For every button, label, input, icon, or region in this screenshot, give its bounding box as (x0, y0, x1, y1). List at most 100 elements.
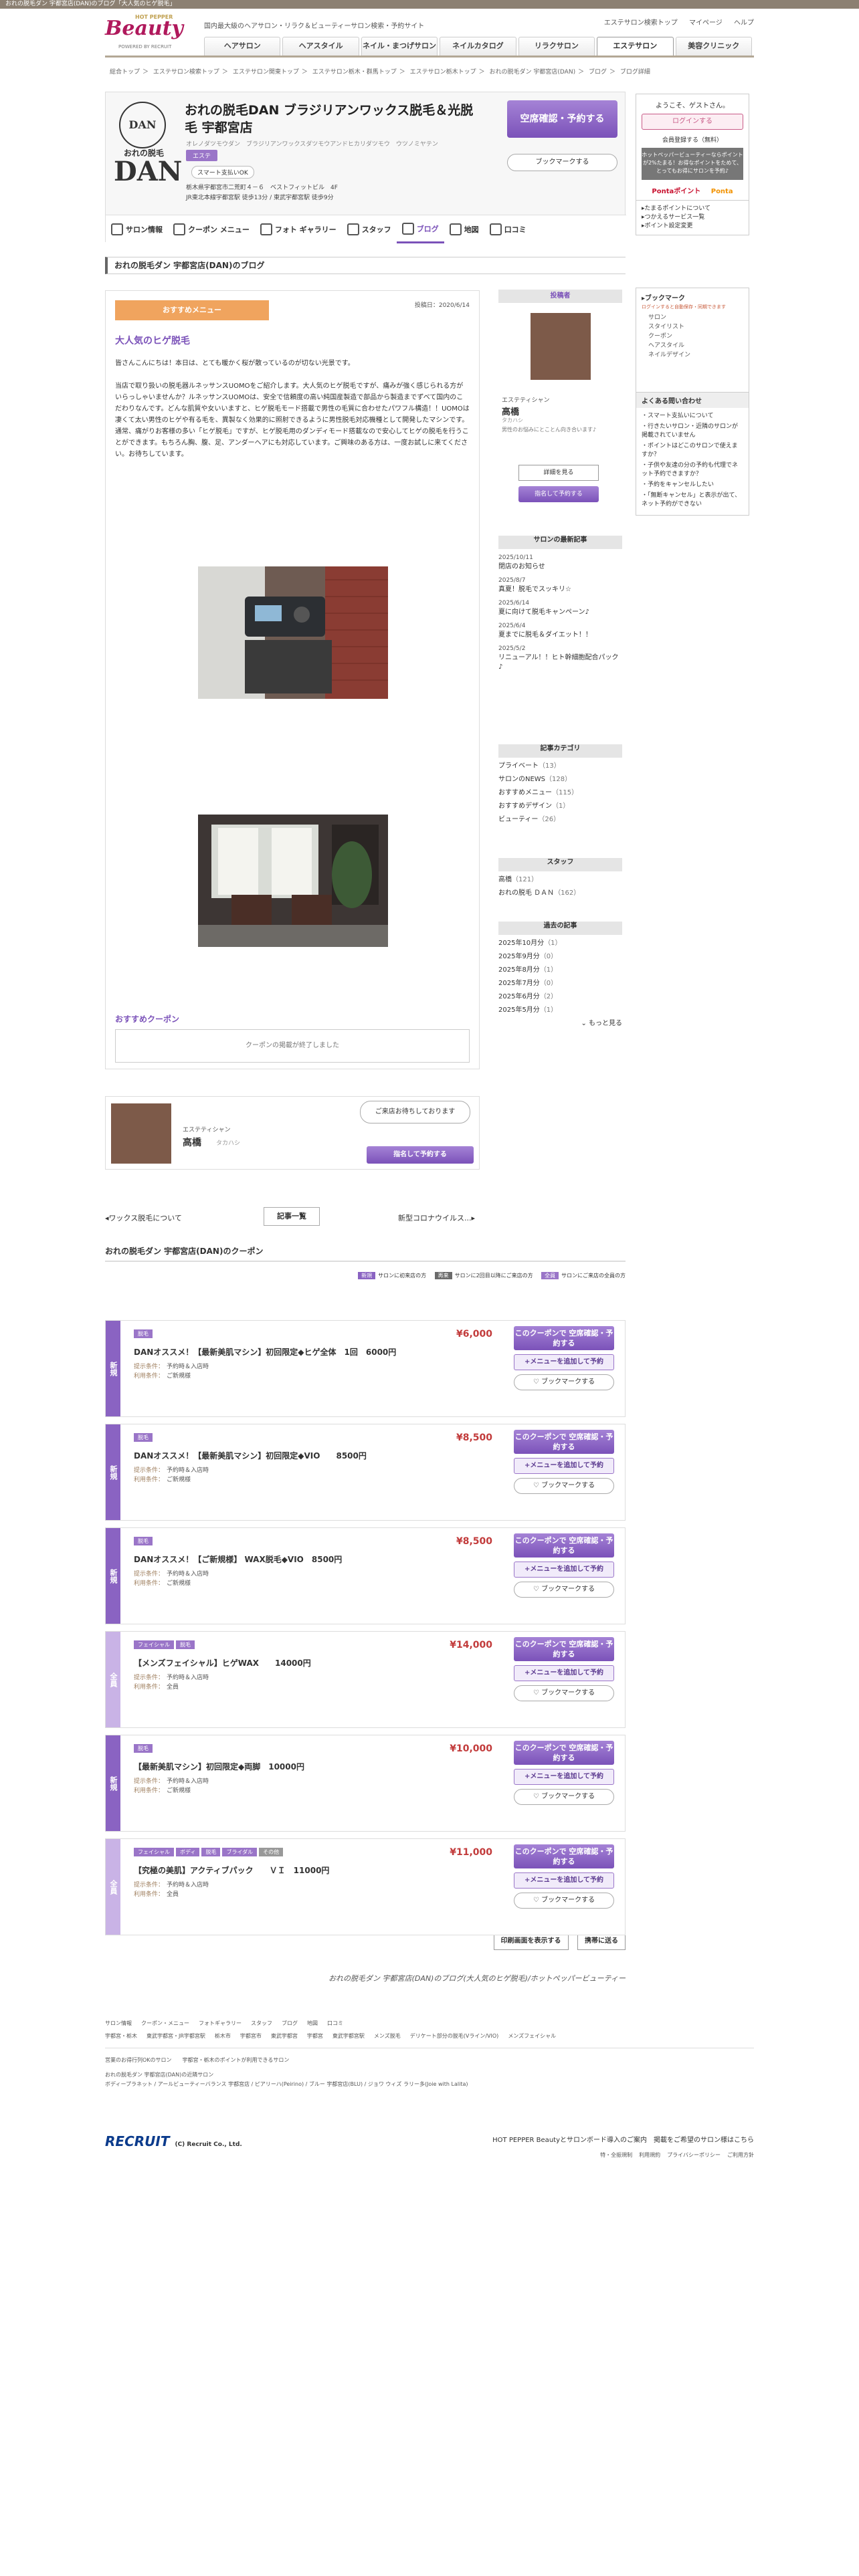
bookmark-item[interactable]: ネイルデザイン (642, 350, 743, 360)
coupon-add-menu-button[interactable]: +メニューを追加して予約 (514, 1458, 614, 1474)
coupon-bookmark-button[interactable]: ♡ ブックマークする (514, 1582, 614, 1598)
prev-article-link[interactable]: ◂ワックス脱毛について (105, 1212, 182, 1223)
gnav-esthe[interactable]: エステサロン (597, 37, 674, 56)
tab-photo[interactable]: フォト ギャラリー (255, 215, 342, 243)
latest-item[interactable]: 2025/6/14 夏に向けて脱毛キャンペーン♪ (498, 599, 622, 617)
policy-link[interactable]: ご利用方針 (727, 2152, 754, 2158)
crumb-item[interactable]: 総合トップ (110, 69, 140, 76)
coupon-bookmark-button[interactable]: ♡ ブックマークする (514, 1893, 614, 1909)
coupon-reserve-button[interactable]: このクーポンで 空席確認・予約する (514, 1430, 614, 1454)
latest-item[interactable]: 2025/10/11 閉店のお知らせ (498, 553, 622, 572)
staff-item[interactable]: 高橋（121） (498, 875, 622, 885)
bookmark-heading[interactable]: ▸ブックマーク (642, 292, 743, 302)
coupon-add-menu-button[interactable]: +メニューを追加して予約 (514, 1354, 614, 1370)
latest-item[interactable]: 2025/6/4 夏までに脱毛＆ダイエット！！ (498, 621, 622, 640)
salonboard-link[interactable]: HOT PEPPER Beautyとサロンボード導入のご案内 掲載をご希望のサロ… (492, 2133, 754, 2148)
poster-detail-button[interactable]: 詳細を見る (518, 465, 599, 481)
nearby-salons[interactable]: ボディープラネット / アールビューティーバランス 宇都宮店 / ピアリーハ(P… (105, 2080, 754, 2089)
coupon-reserve-button[interactable]: このクーポンで 空席確認・予約する (514, 1844, 614, 1868)
past-item[interactable]: 2025年5月分（1） (498, 1006, 622, 1015)
article-list-button[interactable]: 記事一覧 (264, 1207, 320, 1226)
tab-salon-info[interactable]: サロン情報 (106, 215, 168, 243)
past-item[interactable]: 2025年10月分（1） (498, 939, 622, 948)
gnav-hair[interactable]: ヘアサロン (204, 37, 281, 56)
latest-item[interactable]: 2025/8/7 真夏！脱毛でスッキリ☆ (498, 576, 622, 595)
crumb-item[interactable]: ブログ (589, 69, 607, 76)
crumb-item[interactable]: エステサロン関東トップ (233, 69, 299, 76)
poster-name[interactable]: 高橋 (502, 405, 519, 417)
faq-item[interactable]: ・スマート支払いについて (642, 412, 743, 421)
tab-reviews[interactable]: 口コミ (484, 215, 532, 243)
footer-link[interactable]: 地図 (307, 2020, 318, 2026)
site-logo[interactable]: HOT PEPPER Beauty POWERED BY RECRUIT (105, 14, 189, 53)
crumb-item[interactable]: エステサロン検索トップ (153, 69, 219, 76)
tab-staff[interactable]: スタッフ (342, 215, 397, 243)
tab-blog[interactable]: ブログ (396, 215, 444, 243)
staff-name[interactable]: 高橋 (183, 1136, 201, 1149)
more-link[interactable]: ⌄ もっと見る (498, 1019, 622, 1029)
gnav-clinic[interactable]: 美容クリニック (675, 37, 752, 56)
next-article-link[interactable]: 新型コロナウイルス...▸ (398, 1212, 475, 1223)
point-promo[interactable]: ホットペッパービューティーならポイントが2%たまる！お得なポイントをためて、とっ… (642, 148, 743, 180)
footer-link[interactable]: スタッフ (251, 2020, 272, 2026)
category-item[interactable]: おすすめメニュー（115） (498, 788, 622, 798)
gnav-nail-catalog[interactable]: ネイルカタログ (440, 37, 516, 56)
point-link[interactable]: ▸ポイント設定変更 (642, 222, 743, 231)
category-item[interactable]: おすすめデザイン（1） (498, 802, 622, 811)
coupon-add-menu-button[interactable]: +メニューを追加して予約 (514, 1769, 614, 1785)
coupon-add-menu-button[interactable]: +メニューを追加して予約 (514, 1665, 614, 1681)
past-item[interactable]: 2025年7月分（0） (498, 979, 622, 988)
policy-link[interactable]: 特・全振規制 (600, 2152, 632, 2158)
gnav-nail-eyelash[interactable]: ネイル・まつげサロン (361, 37, 438, 56)
coupon-reserve-button[interactable]: このクーポンで 空席確認・予約する (514, 1741, 614, 1765)
coupon-reserve-button[interactable]: このクーポンで 空席確認・予約する (514, 1637, 614, 1661)
link-mypage[interactable]: マイページ (689, 19, 723, 27)
crumb-item[interactable]: エステサロン栃木トップ (410, 69, 476, 76)
faq-item[interactable]: ・子供や友達の分の予約も代理でネット予約できますか？ (642, 461, 743, 479)
staff-reserve-button[interactable]: 指名して予約する (367, 1146, 474, 1164)
tab-coupon[interactable]: クーポン メニュー (168, 215, 255, 243)
reserve-button[interactable]: 空席確認・予約する (507, 100, 617, 138)
link-help[interactable]: ヘルプ (734, 19, 754, 27)
footer-link[interactable]: 東武宇都宮・JR宇都宮駅 (147, 2033, 205, 2039)
gnav-hairstyle[interactable]: ヘアスタイル (282, 37, 359, 56)
footer-link[interactable]: メンズフェイシャル (508, 2033, 556, 2039)
staff-item[interactable]: おれの脱毛 ＤＡＮ（162） (498, 889, 622, 898)
latest-item[interactable]: 2025/5/2 リニューアル！！ヒト幹細胞配合パック♪ (498, 644, 622, 672)
crumb-item[interactable]: エステサロン栃木・群馬トップ (312, 69, 397, 76)
footer-link[interactable]: 宇都宮 (307, 2033, 323, 2039)
coupon-bookmark-button[interactable]: ♡ ブックマークする (514, 1685, 614, 1701)
footer-link[interactable]: ブログ (282, 2020, 298, 2026)
bookmark-item[interactable]: ヘアスタイル (642, 341, 743, 350)
coupon-bookmark-button[interactable]: ♡ ブックマークする (514, 1789, 614, 1805)
footer-link[interactable]: 口コミ (327, 2020, 343, 2026)
category-item[interactable]: ビューティー（26） (498, 815, 622, 825)
footer-link[interactable]: サロン情報 (105, 2020, 132, 2026)
bookmark-item[interactable]: クーポン (642, 332, 743, 341)
point-link[interactable]: ▸つかえるサービス一覧 (642, 213, 743, 222)
faq-item[interactable]: ・ポイントはどこのサロンで使えますか？ (642, 442, 743, 459)
footer-link[interactable]: 栃木市 (215, 2033, 231, 2039)
faq-item[interactable]: ・行きたいサロン・近隣のサロンが掲載されていません (642, 423, 743, 440)
category-item[interactable]: サロンのNEWS（128） (498, 775, 622, 784)
category-item[interactable]: プライベート（13） (498, 762, 622, 771)
gnav-relax[interactable]: リラクサロン (518, 37, 595, 56)
bookmark-item[interactable]: スタイリスト (642, 322, 743, 332)
register-link[interactable]: 会員登録する（無料） (642, 135, 743, 144)
footer-link[interactable]: メンズ脱毛 (374, 2033, 401, 2039)
tab-map[interactable]: 地図 (444, 215, 484, 243)
footer-link[interactable]: 東武宇都宮 (271, 2033, 298, 2039)
faq-item[interactable]: ・「無断キャンセル」と表示が出て、ネット予約ができない (642, 492, 743, 509)
policy-link[interactable]: プライバシーポリシー (667, 2152, 721, 2158)
bookmark-item[interactable]: サロン (642, 313, 743, 322)
footer-link[interactable]: 宇都宮・栃木 (105, 2033, 137, 2039)
footer-link[interactable]: クーポン・メニュー (141, 2020, 189, 2026)
past-item[interactable]: 2025年8月分（1） (498, 966, 622, 975)
past-item[interactable]: 2025年6月分（2） (498, 992, 622, 1002)
coupon-add-menu-button[interactable]: +メニューを追加して予約 (514, 1562, 614, 1578)
poster-reserve-button[interactable]: 指名して予約する (518, 486, 599, 502)
link-esthe-top[interactable]: エステサロン検索トップ (604, 19, 678, 27)
past-item[interactable]: 2025年9月分（0） (498, 952, 622, 962)
coupon-bookmark-button[interactable]: ♡ ブックマークする (514, 1478, 614, 1494)
footer-related[interactable]: 営業のお得行列OKのサロン 宇都宮・栃木のポイントが利用できるサロン (105, 2056, 754, 2064)
